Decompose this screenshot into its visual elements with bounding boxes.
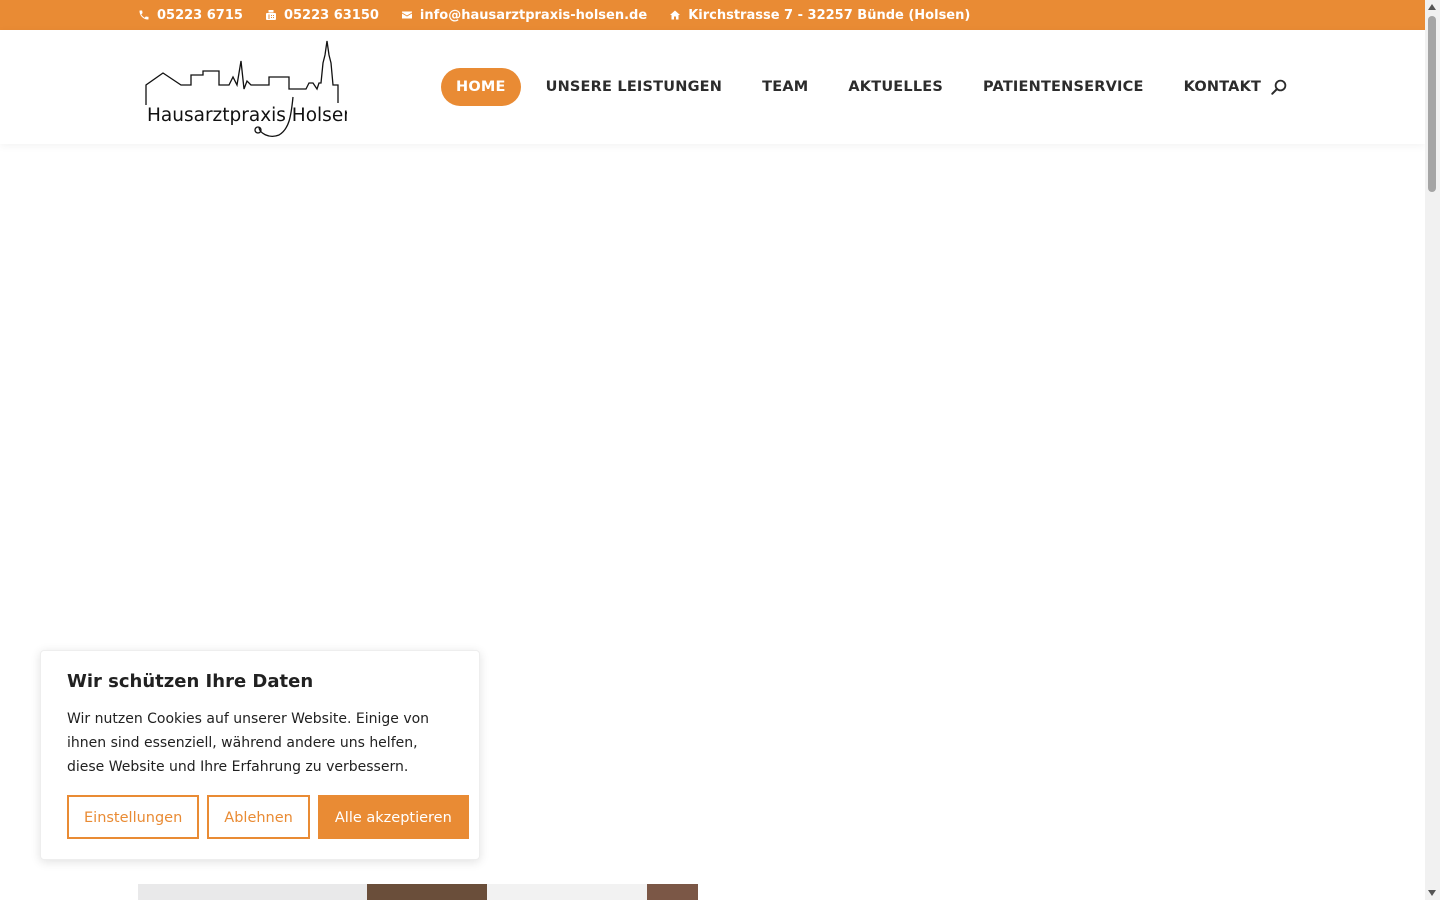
- logo-text: Hausarztpraxis Holsen: [147, 105, 347, 126]
- topbar-fax-text: 05223 63150: [283, 7, 379, 23]
- cookie-title: Wir schützen Ihre Daten: [67, 671, 314, 692]
- topbar-phone[interactable]: 05223 6715: [138, 8, 243, 23]
- nav-home[interactable]: HOME: [441, 68, 521, 106]
- site-header: Hausarztpraxis Holsen HOME UNSERE LEISTU…: [0, 30, 1425, 144]
- home-icon: [670, 10, 681, 20]
- nav-aktuelles[interactable]: AKTUELLES: [833, 68, 958, 106]
- cookie-consent-banner: Wir schützen Ihre Daten Wir nutzen Cooki…: [40, 650, 480, 860]
- nav-kontakt[interactable]: KONTAKT: [1169, 68, 1277, 106]
- topbar-address: Kirchstrasse 7 - 32257 Bünde (Holsen): [669, 8, 970, 23]
- content-image: [138, 884, 698, 900]
- image-segment: [138, 884, 367, 900]
- topbar-fax[interactable]: 05223 63150: [265, 8, 379, 23]
- search-button[interactable]: [1270, 78, 1288, 96]
- nav-unsere-leistungen[interactable]: UNSERE LEISTUNGEN: [531, 68, 738, 106]
- scrollbar-thumb[interactable]: [1428, 16, 1436, 192]
- search-icon: [1271, 79, 1287, 95]
- page-scrollbar[interactable]: [1425, 0, 1440, 900]
- topbar-phone-text: 05223 6715: [157, 7, 243, 23]
- scroll-down-arrow-icon[interactable]: [1428, 890, 1436, 896]
- fax-icon: [265, 10, 276, 20]
- cookie-settings-button[interactable]: Einstellungen: [67, 795, 200, 839]
- image-segment: [487, 884, 647, 900]
- topbar-address-text: Kirchstrasse 7 - 32257 Bünde (Holsen): [688, 7, 971, 23]
- cookie-text: Wir nutzen Cookies auf unserer Website. …: [67, 711, 430, 775]
- logo-graphic: Hausarztpraxis Holsen: [145, 40, 355, 137]
- top-contact-bar: 05223 6715 05223 63150 info@hausarztprax…: [0, 0, 1425, 30]
- cookie-reject-button[interactable]: Ablehnen: [207, 795, 310, 839]
- image-segment: [367, 884, 487, 900]
- topbar-email-text: info@hausarztpraxis-holsen.de: [419, 7, 648, 23]
- site-logo[interactable]: Hausarztpraxis Holsen: [141, 37, 355, 139]
- main-navigation: HOME UNSERE LEISTUNGEN TEAM AKTUELLES PA…: [441, 68, 1286, 106]
- nav-team[interactable]: TEAM: [747, 68, 823, 106]
- email-icon: [401, 11, 412, 19]
- scroll-up-arrow-icon[interactable]: [1428, 4, 1436, 10]
- topbar-email[interactable]: info@hausarztpraxis-holsen.de: [401, 8, 647, 23]
- image-segment: [647, 884, 698, 900]
- phone-icon: [139, 10, 149, 20]
- top-contact-items: 05223 6715 05223 63150 info@hausarztprax…: [138, 0, 992, 30]
- cookie-buttons: Einstellungen Ablehnen Alle akzeptieren: [67, 795, 477, 839]
- nav-patientenservice[interactable]: PATIENTENSERVICE: [968, 68, 1159, 106]
- cookie-accept-all-button[interactable]: Alle akzeptieren: [317, 795, 469, 839]
